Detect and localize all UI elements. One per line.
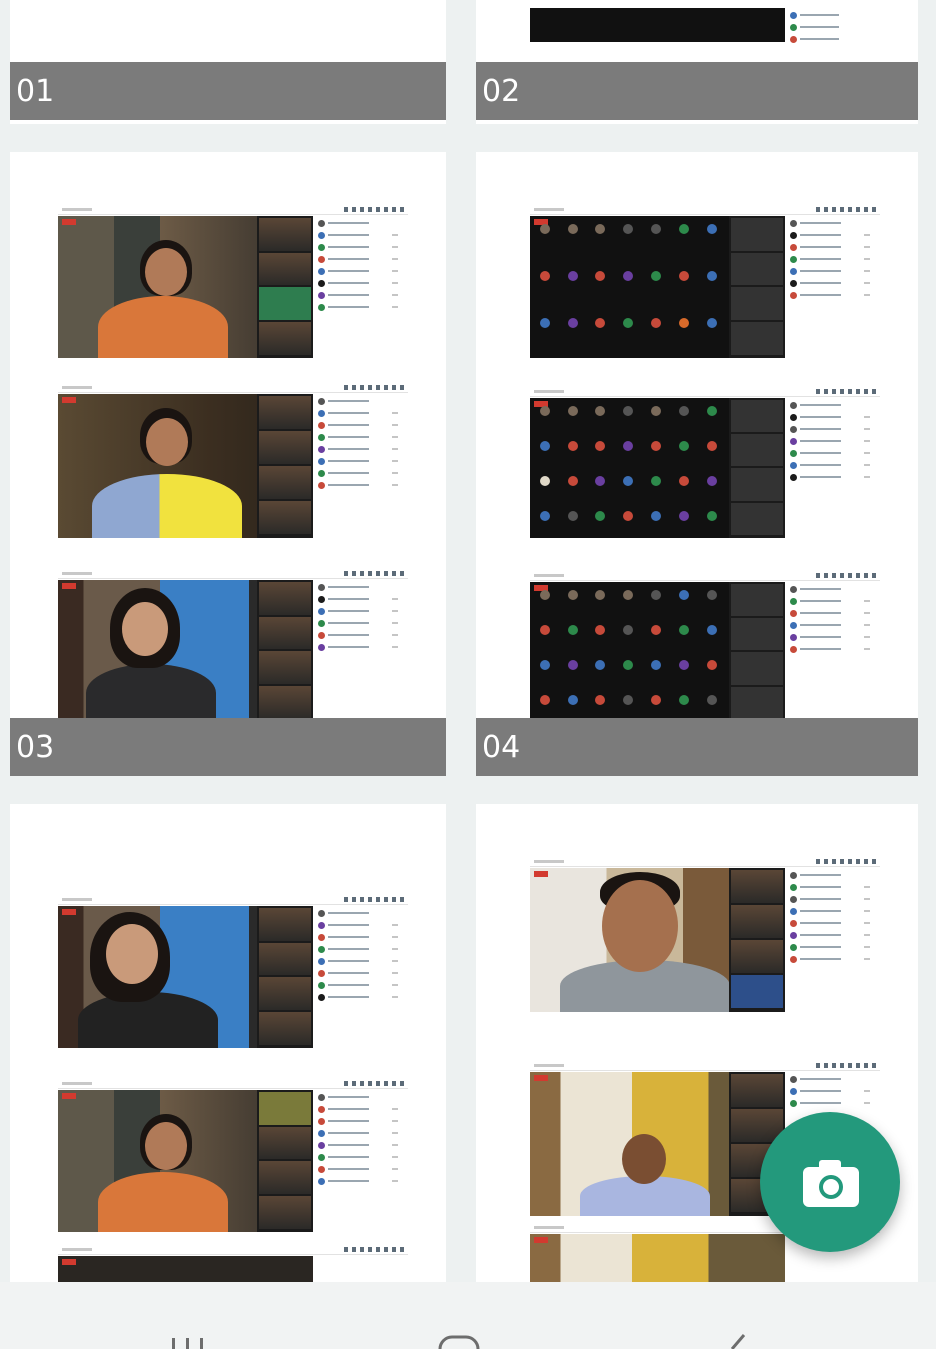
participant-grid (530, 582, 785, 722)
presenter-video (98, 296, 228, 358)
participant-grid (530, 398, 785, 538)
meeting-screenshot-thumbnail (530, 8, 876, 64)
presenter-video (98, 1172, 228, 1232)
meeting-screenshot-thumbnail (58, 1080, 408, 1232)
meeting-screenshot-thumbnail (58, 384, 408, 538)
album-card-01[interactable]: 01 (10, 0, 446, 124)
recent-apps-icon[interactable] (168, 1330, 208, 1349)
meeting-screenshot-thumbnail (530, 206, 880, 358)
meeting-screenshot-thumbnail (530, 858, 880, 1012)
presenter-video (86, 664, 216, 722)
participant-grid (530, 216, 785, 358)
meeting-screenshot-thumbnail (530, 388, 880, 538)
album-label: 04 (476, 718, 918, 776)
meeting-screenshot-thumbnail (530, 572, 880, 722)
album-card-04[interactable]: 04 (476, 152, 918, 776)
album-label: 03 (10, 718, 446, 776)
camera-fab-button[interactable] (760, 1112, 900, 1252)
meeting-screenshot-thumbnail (58, 206, 408, 358)
back-icon[interactable] (722, 1330, 752, 1349)
presenter-video (78, 992, 218, 1048)
album-card-02[interactable]: 02 (476, 0, 918, 124)
meeting-screenshot-thumbnail (58, 1246, 408, 1282)
video-stage (530, 8, 785, 42)
album-card-03[interactable]: 03 (10, 152, 446, 776)
meeting-screenshot-thumbnail (58, 570, 408, 722)
album-label: 02 (476, 62, 918, 120)
presenter-video (92, 474, 242, 538)
meeting-screenshot-thumbnail (58, 896, 408, 1048)
camera-icon (803, 1160, 859, 1207)
album-card-05[interactable] (10, 804, 446, 1282)
home-icon[interactable] (437, 1330, 481, 1349)
album-label: 01 (10, 62, 446, 120)
